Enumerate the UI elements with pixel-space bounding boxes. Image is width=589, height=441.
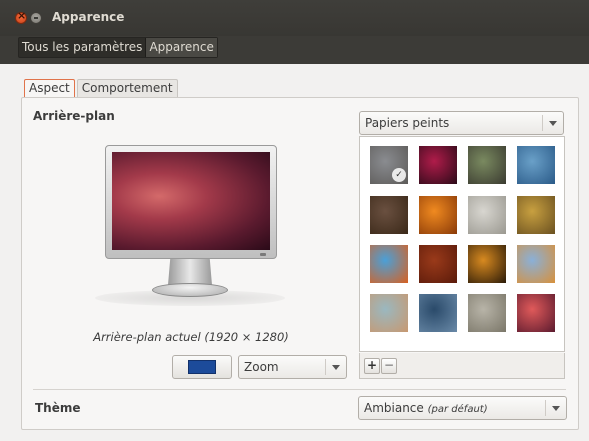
wallpaper-thumbnail[interactable] bbox=[419, 146, 457, 184]
breadcrumb-all-settings[interactable]: Tous les paramètres bbox=[19, 38, 145, 57]
wallpaper-thumbnail[interactable] bbox=[419, 294, 457, 332]
combo-separator bbox=[542, 115, 543, 131]
color-swatch bbox=[188, 360, 216, 374]
monitor-base bbox=[152, 283, 228, 297]
wallpaper-thumbnail[interactable] bbox=[517, 146, 555, 184]
tab-bar: Aspect Comportement bbox=[24, 79, 180, 98]
remove-wallpaper-button[interactable]: − bbox=[381, 358, 397, 374]
theme-default-suffix: (par défaut) bbox=[427, 404, 488, 415]
wallpaper-thumbnail[interactable] bbox=[370, 196, 408, 234]
wallpaper-grid bbox=[359, 136, 565, 352]
chevron-down-icon bbox=[549, 121, 557, 126]
section-divider bbox=[33, 389, 566, 390]
breadcrumb-appearance[interactable]: Apparence bbox=[145, 38, 217, 57]
breadcrumb: Tous les paramètres Apparence bbox=[18, 37, 218, 58]
wallpaper-thumbnail[interactable] bbox=[468, 196, 506, 234]
tab-behavior[interactable]: Comportement bbox=[76, 79, 178, 98]
add-wallpaper-button[interactable]: + bbox=[364, 358, 380, 374]
background-section-title: Arrière-plan bbox=[33, 109, 115, 123]
window-title: Apparence bbox=[52, 10, 125, 24]
current-background-label: Arrière-plan actuel (1920 × 1280) bbox=[93, 330, 289, 344]
wallpaper-thumbnail[interactable] bbox=[468, 146, 506, 184]
close-icon[interactable] bbox=[15, 9, 27, 24]
power-led bbox=[260, 253, 266, 256]
monitor-preview bbox=[105, 145, 277, 259]
theme-name: Ambiance bbox=[364, 401, 424, 415]
wallpaper-thumbnail[interactable] bbox=[370, 245, 408, 283]
toolbar: Tous les paramètres Apparence bbox=[0, 36, 589, 64]
wallpaper-thumbnail[interactable] bbox=[370, 146, 408, 184]
wallpaper-thumbnail[interactable] bbox=[468, 294, 506, 332]
theme-section-title: Thème bbox=[35, 401, 81, 415]
chevron-down-icon bbox=[332, 365, 340, 370]
title-bar: Apparence bbox=[0, 0, 589, 36]
chevron-down-icon bbox=[552, 406, 560, 411]
wallpaper-source-select[interactable]: Papiers peints bbox=[359, 111, 564, 135]
theme-select[interactable]: Ambiance (par défaut) bbox=[358, 396, 567, 420]
background-color-button[interactable] bbox=[172, 355, 232, 379]
wallpaper-thumbnail[interactable] bbox=[419, 245, 457, 283]
theme-value: Ambiance (par défaut) bbox=[364, 401, 488, 415]
background-mode-select[interactable]: Zoom bbox=[238, 355, 347, 379]
tab-look[interactable]: Aspect bbox=[24, 79, 75, 98]
monitor-stand bbox=[168, 259, 212, 285]
wallpaper-thumbnail[interactable] bbox=[517, 196, 555, 234]
appearance-window: Apparence Tous les paramètres Apparence … bbox=[0, 0, 589, 441]
wallpaper-list-toolbar: + − bbox=[359, 353, 565, 379]
wallpaper-thumbnail[interactable] bbox=[468, 245, 506, 283]
combo-separator bbox=[325, 359, 326, 375]
wallpaper-source-value: Papiers peints bbox=[365, 116, 450, 130]
background-preview bbox=[112, 152, 270, 250]
minimize-icon[interactable] bbox=[30, 12, 42, 24]
wallpaper-thumbnail[interactable] bbox=[517, 245, 555, 283]
wallpaper-thumbnail[interactable] bbox=[370, 294, 408, 332]
wallpaper-thumbnail[interactable] bbox=[419, 196, 457, 234]
combo-separator bbox=[545, 400, 546, 416]
wallpaper-thumbnail[interactable] bbox=[517, 294, 555, 332]
background-mode-value: Zoom bbox=[244, 360, 279, 374]
